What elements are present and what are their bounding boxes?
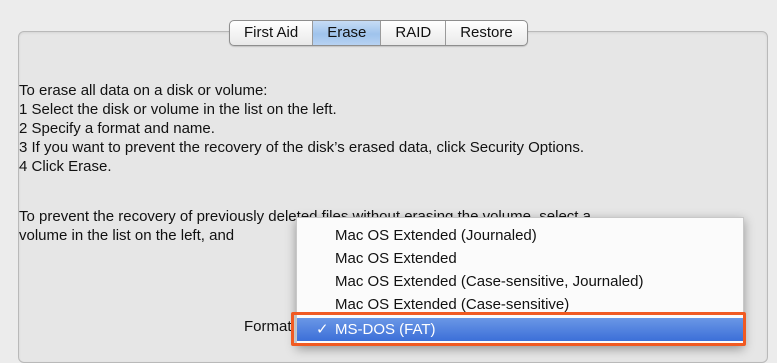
menu-item-mac-os-extended-case-sensitive-journaled[interactable]: Mac OS Extended (Case-sensitive, Journal… [297,270,743,293]
tab-first-aid[interactable]: First Aid [230,21,314,45]
tab-raid[interactable]: RAID [381,21,447,45]
instruction-step-1: 1 Select the disk or volume in the list … [19,101,337,118]
prevent-recovery-text-line2: volume in the list on the left, and [19,227,235,244]
instruction-step-3: 3 If you want to prevent the recovery of… [19,139,585,156]
tab-erase[interactable]: Erase [313,21,382,45]
menu-item-mac-os-extended-case-sensitive[interactable]: Mac OS Extended (Case-sensitive) [297,293,743,316]
format-label: Format [244,318,292,335]
checkmark-icon: ✓ [316,321,329,338]
menu-item-label: MS-DOS (FAT) [335,321,436,338]
tab-restore[interactable]: Restore [446,21,527,45]
menu-item-label: Mac OS Extended (Journaled) [335,227,537,244]
instructions-heading: To erase all data on a disk or volume: [19,82,268,99]
menu-item-mac-os-extended-journaled[interactable]: Mac OS Extended (Journaled) [297,224,743,247]
tab-bar: First Aid Erase RAID Restore [229,20,528,46]
menu-item-label: Mac OS Extended (Case-sensitive) [335,296,570,313]
menu-item-mac-os-extended[interactable]: Mac OS Extended [297,247,743,270]
instruction-step-4: 4 Click Erase. [19,158,112,175]
menu-item-label: Mac OS Extended (Case-sensitive, Journal… [335,273,644,290]
menu-item-label: Mac OS Extended [335,250,457,267]
format-popup-menu: Mac OS Extended (Journaled) Mac OS Exten… [296,217,744,346]
menu-item-ms-dos-fat[interactable]: ✓ MS-DOS (FAT) [297,318,743,341]
instruction-step-2: 2 Specify a format and name. [19,120,215,137]
